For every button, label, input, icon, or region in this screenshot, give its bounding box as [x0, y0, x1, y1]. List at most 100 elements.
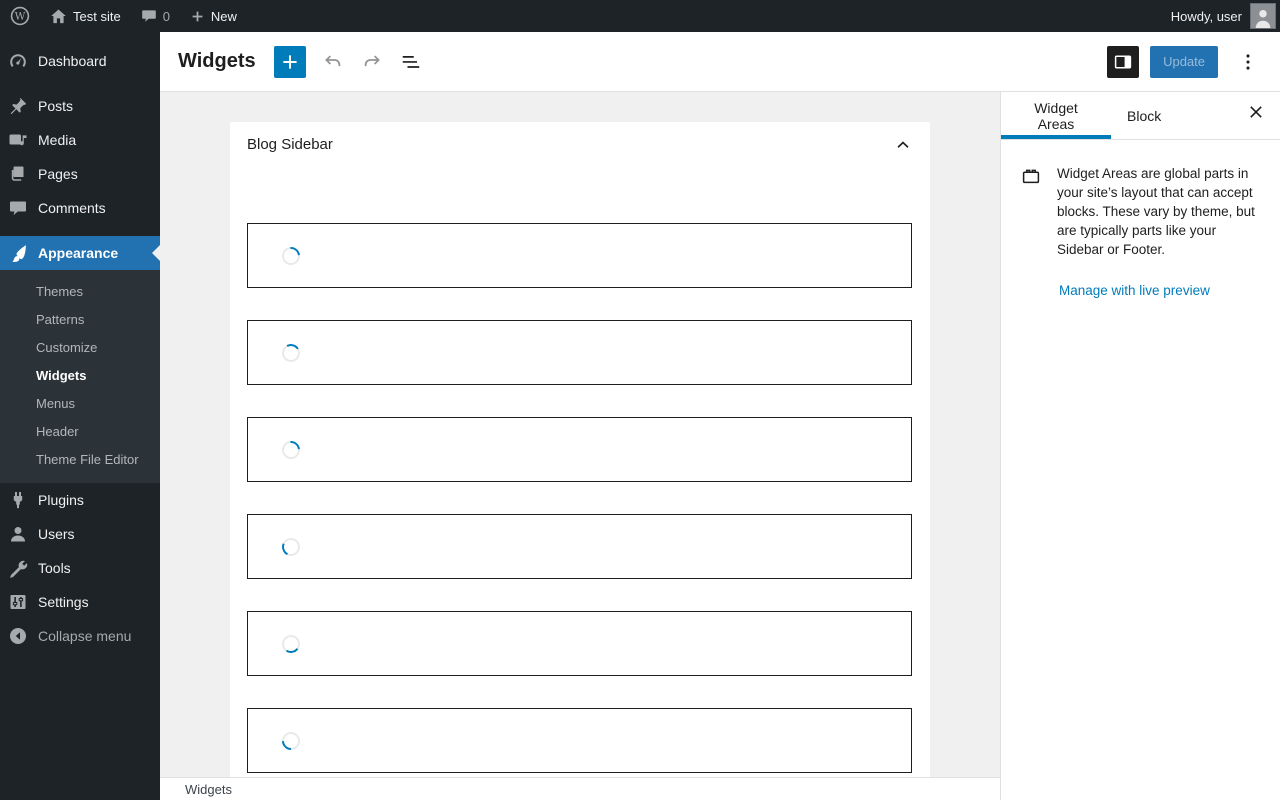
breadcrumb: Widgets	[185, 781, 232, 797]
loading-block[interactable]	[247, 708, 912, 773]
loading-block[interactable]	[247, 417, 912, 482]
pages-icon	[11, 166, 24, 181]
list-view-button[interactable]	[399, 50, 423, 74]
submenu-item-theme-file-editor[interactable]: Theme File Editor	[0, 445, 160, 473]
sidebar-item-label: Settings	[38, 594, 89, 610]
comments-bubble-link[interactable]: 0	[131, 0, 180, 32]
new-content-link[interactable]: New	[180, 0, 247, 32]
submenu-item-header[interactable]: Header	[0, 417, 160, 445]
sidebar-item-tools[interactable]: Tools	[0, 551, 160, 585]
sidebar-item-label: Pages	[38, 166, 78, 182]
close-panel-button[interactable]	[1244, 100, 1268, 124]
comments-count: 0	[162, 8, 170, 24]
submenu-item-patterns[interactable]: Patterns	[0, 305, 160, 333]
undo-icon	[324, 54, 340, 66]
comment-bubble-icon	[141, 10, 156, 22]
plus-icon	[283, 54, 297, 69]
paintbrush-icon	[12, 245, 26, 263]
sidebar-item-dashboard[interactable]: Dashboard	[0, 44, 160, 78]
submenu-label: Theme File Editor	[36, 451, 139, 467]
manage-live-preview-link[interactable]: Manage with live preview	[1059, 283, 1210, 298]
plugin-icon	[13, 492, 23, 509]
site-name-label: Test site	[73, 8, 121, 24]
settings-sliders-icon	[10, 595, 26, 609]
wordpress-logo-icon[interactable]: W	[0, 0, 40, 32]
breadcrumb-bar: Widgets	[160, 777, 1000, 800]
howdy-label: Howdy, user	[1170, 8, 1242, 24]
undo-button[interactable]	[321, 50, 345, 74]
close-icon	[1250, 106, 1262, 118]
sidebar-item-appearance[interactable]: Appearance	[0, 236, 160, 270]
loading-spinner-icon	[278, 727, 304, 754]
widget-area-icon	[1022, 169, 1040, 184]
sidebar-item-settings[interactable]: Settings	[0, 585, 160, 619]
loading-spinner-icon	[278, 436, 304, 463]
plus-icon	[192, 11, 203, 21]
submenu-label: Patterns	[36, 311, 85, 327]
wordpress-logo-icon: W	[10, 6, 30, 26]
widget-area-header[interactable]: Blog Sidebar	[230, 122, 930, 167]
block-inserter-button[interactable]	[273, 45, 306, 78]
home-icon	[51, 9, 66, 23]
loading-spinner-icon	[279, 534, 303, 559]
dashboard-gauge-icon	[10, 54, 26, 67]
settings-sidebar-toggle-button[interactable]	[1107, 45, 1140, 78]
collapse-widget-area-button[interactable]	[891, 133, 915, 157]
pushpin-icon	[10, 98, 26, 115]
submenu-item-customize[interactable]: Customize	[0, 333, 160, 361]
sidebar-item-label: Users	[38, 526, 75, 542]
sidebar-panel-icon	[1114, 54, 1132, 69]
loading-spinner-icon	[279, 341, 303, 364]
loading-spinner-icon	[280, 633, 302, 654]
sidebar-item-plugins[interactable]: Plugins	[0, 483, 160, 517]
submenu-item-widgets[interactable]: Widgets	[0, 361, 160, 389]
sidebar-item-collapse-menu[interactable]: Collapse menu	[0, 619, 160, 653]
appearance-submenu: Themes Patterns Customize Widgets Menus …	[0, 270, 160, 483]
sidebar-item-label: Media	[38, 132, 77, 148]
site-name-link[interactable]: Test site	[40, 0, 131, 32]
redo-button[interactable]	[360, 50, 384, 74]
sidebar-item-label: Tools	[38, 560, 71, 576]
kebab-menu-icon	[1246, 53, 1250, 70]
howdy-user-link[interactable]: Howdy, user	[1161, 0, 1242, 32]
new-label: New	[210, 8, 237, 24]
submenu-label: Header	[36, 423, 79, 439]
loading-block[interactable]	[247, 320, 912, 385]
loading-block[interactable]	[247, 611, 912, 676]
chevron-up-icon	[897, 140, 909, 148]
sidebar-item-comments[interactable]: Comments	[0, 191, 160, 225]
panel-tabs: Widget Areas Block	[1001, 92, 1280, 140]
collapse-arrow-icon	[10, 628, 26, 644]
mystery-person-icon	[1255, 9, 1271, 28]
widget-area-title: Blog Sidebar	[247, 136, 333, 153]
avatar[interactable]	[1250, 3, 1276, 29]
sidebar-item-posts[interactable]: Posts	[0, 89, 160, 123]
sidebar-item-users[interactable]: Users	[0, 517, 160, 551]
submenu-item-menus[interactable]: Menus	[0, 389, 160, 417]
list-view-icon	[402, 55, 419, 68]
panel-description: Widget Areas are global parts in your si…	[1057, 166, 1255, 257]
svg-text:W: W	[15, 11, 26, 23]
update-button[interactable]: Update	[1150, 45, 1218, 78]
tab-widget-areas[interactable]: Widget Areas	[1001, 92, 1111, 139]
settings-panel: Widget Areas Block Widget Areas are glob…	[1000, 92, 1280, 800]
user-icon	[11, 527, 25, 542]
sidebar-item-label: Comments	[38, 200, 106, 216]
options-kebab-button[interactable]	[1236, 50, 1260, 74]
loading-block[interactable]	[247, 223, 912, 288]
page-title: Widgets	[178, 50, 256, 72]
tab-block[interactable]: Block	[1111, 92, 1177, 139]
submenu-item-themes[interactable]: Themes	[0, 277, 160, 305]
sidebar-item-media[interactable]: Media	[0, 123, 160, 157]
wrench-icon	[10, 560, 28, 578]
editor-header: Widgets Update	[160, 32, 1280, 92]
admin-sidebar: Dashboard Posts Media Pages Comments App…	[0, 32, 160, 800]
widget-area-card: Blog Sidebar	[230, 122, 930, 777]
sidebar-item-label: Plugins	[38, 492, 84, 508]
widget-area-blocks	[230, 167, 930, 773]
loading-block[interactable]	[247, 514, 912, 579]
editor-canvas: Blog Sidebar	[160, 92, 1000, 777]
sidebar-item-pages[interactable]: Pages	[0, 157, 160, 191]
submenu-label: Widgets	[36, 367, 87, 383]
submenu-label: Menus	[36, 395, 76, 411]
